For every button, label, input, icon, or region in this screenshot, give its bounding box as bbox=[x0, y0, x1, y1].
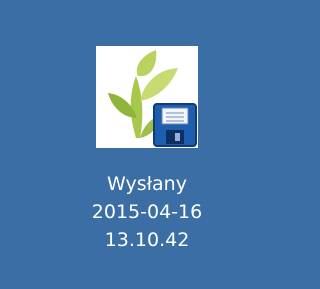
shortcut-label-line-3: 13.10.42 bbox=[104, 229, 190, 251]
shortcut-label[interactable]: Wysłany 2015-04-16 13.10.42 bbox=[60, 170, 234, 254]
plant-leaf-with-floppy-disk-icon[interactable] bbox=[96, 46, 198, 148]
shortcut-label-line-2: 2015-04-16 bbox=[91, 201, 203, 223]
shortcut-label-line-1: Wysłany bbox=[107, 173, 187, 195]
desktop: Wysłany 2015-04-16 13.10.42 bbox=[0, 0, 294, 289]
desktop-shortcut[interactable]: Wysłany 2015-04-16 13.10.42 bbox=[60, 40, 234, 276]
